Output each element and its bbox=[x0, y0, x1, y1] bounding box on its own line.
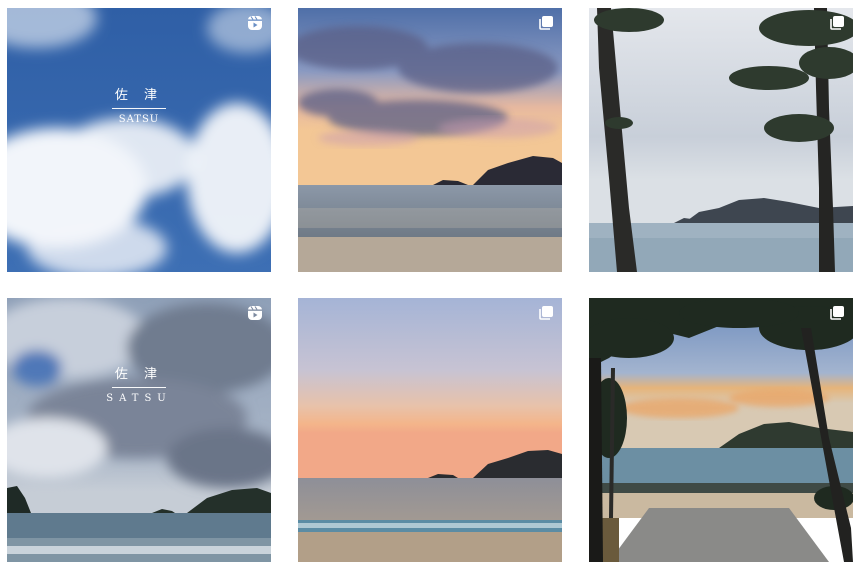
post-image-sunset-sea bbox=[298, 8, 562, 272]
carousel-icon bbox=[829, 305, 845, 321]
post-tile-1[interactable]: 佐 津 SATSU bbox=[7, 8, 271, 272]
post-image-pines-sea bbox=[589, 8, 853, 272]
post-tile-6[interactable] bbox=[589, 298, 853, 562]
post-tile-5[interactable] bbox=[298, 298, 562, 562]
post-tile-2[interactable] bbox=[298, 8, 562, 272]
reel-icon bbox=[247, 305, 263, 321]
carousel-icon bbox=[829, 15, 845, 31]
carousel-icon bbox=[538, 305, 554, 321]
post-tile-4[interactable]: 佐 津 SATSU bbox=[7, 298, 271, 562]
post-image-pines-beach bbox=[589, 298, 853, 562]
post-image-sky-clouds bbox=[7, 8, 271, 272]
post-grid: 佐 津 SATSU 佐 津 SATSU bbox=[0, 0, 860, 562]
post-tile-3[interactable] bbox=[589, 8, 853, 272]
post-image-cloudy-sea bbox=[7, 298, 271, 562]
post-image-dusk-sea bbox=[298, 298, 562, 562]
reel-icon bbox=[247, 15, 263, 31]
carousel-icon bbox=[538, 15, 554, 31]
